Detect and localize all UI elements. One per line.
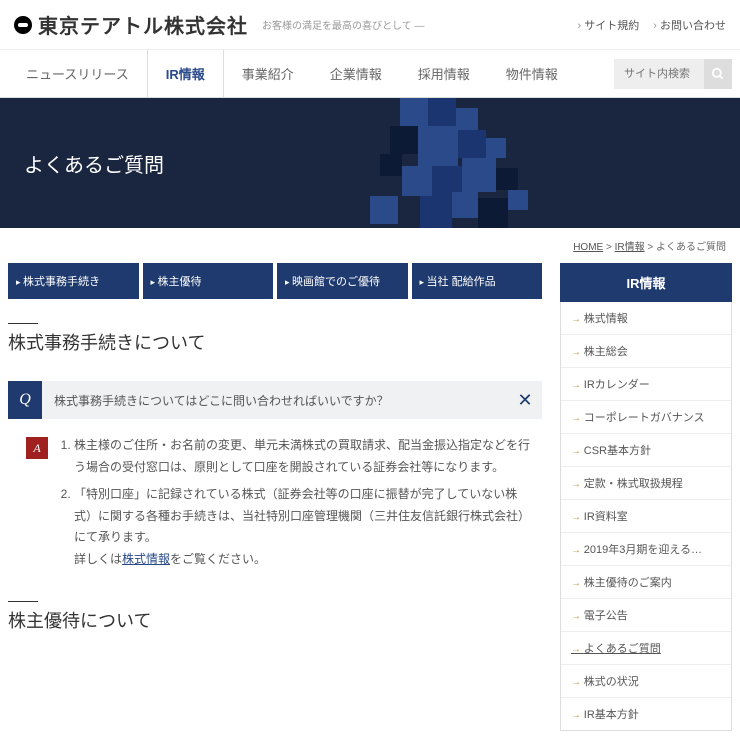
nav-property[interactable]: 物件情報 xyxy=(488,50,576,97)
sidebar-item[interactable]: 株主総会 xyxy=(561,335,731,368)
link-terms[interactable]: サイト規約 xyxy=(578,17,640,33)
sidebar-item-current[interactable]: よくあるご質問 xyxy=(561,632,731,665)
tab-cinema[interactable]: 映画館でのご優待 xyxy=(277,263,408,299)
section-title-benefits: 株主優待について xyxy=(8,607,542,641)
link-contact[interactable]: お問い合わせ xyxy=(653,17,726,33)
sidebar-item[interactable]: 電子公告 xyxy=(561,599,731,632)
tagline: お客様の満足を最高の喜びとして ― xyxy=(262,17,424,32)
logo-text: 東京テアトル株式会社 xyxy=(38,10,248,39)
logo-icon xyxy=(14,16,32,34)
search-box xyxy=(614,59,732,89)
search-button[interactable] xyxy=(704,59,732,89)
hero: よくあるご質問 xyxy=(0,98,740,228)
link-stock-info[interactable]: 株式情報 xyxy=(122,552,170,566)
tab-distribution[interactable]: 当社 配給作品 xyxy=(412,263,543,299)
anchor-tabs: 株式事務手続き 株主優待 映画館でのご優待 当社 配給作品 xyxy=(8,263,542,299)
logo[interactable]: 東京テアトル株式会社 xyxy=(14,10,248,39)
sidebar-list: 株式情報 株主総会 IRカレンダー コーポレートガバナンス CSR基本方針 定款… xyxy=(560,302,732,731)
sidebar-header: IR情報 xyxy=(560,263,732,302)
faq-answer: A 株主様のご住所・お名前の変更、単元未満株式の買取請求、配当金振込指定などを行… xyxy=(8,425,542,607)
faq-question: Q 株式事務手続きについてはどこに問い合わせればいいですか？ ✕ xyxy=(8,381,542,419)
hero-pattern xyxy=(360,98,620,228)
sidebar-item[interactable]: コーポレートガバナンス xyxy=(561,401,731,434)
breadcrumb: HOME > IR情報 > よくあるご質問 xyxy=(0,228,740,263)
nav-news[interactable]: ニュースリリース xyxy=(8,50,147,97)
nav-company[interactable]: 企業情報 xyxy=(312,50,400,97)
sidebar-item[interactable]: IR基本方針 xyxy=(561,698,731,730)
sidebar: IR情報 株式情報 株主総会 IRカレンダー コーポレートガバナンス CSR基本… xyxy=(560,263,732,731)
answer-item-2: 「特別口座」に記録されている株式（証券会社等の口座に振替が完了していない株式）に… xyxy=(74,484,532,570)
sidebar-item[interactable]: IRカレンダー xyxy=(561,368,731,401)
crumb-current: よくあるご質問 xyxy=(656,242,726,253)
answer-item-1: 株主様のご住所・お名前の変更、単元未満株式の買取請求、配当金振込指定などを行う場… xyxy=(74,435,532,478)
q-icon: Q xyxy=(8,381,42,419)
sidebar-item[interactable]: IR資料室 xyxy=(561,500,731,533)
nav-recruit[interactable]: 採用情報 xyxy=(400,50,488,97)
nav-business[interactable]: 事業紹介 xyxy=(224,50,312,97)
crumb-home[interactable]: HOME xyxy=(573,242,603,253)
a-icon: A xyxy=(26,437,48,459)
sidebar-item[interactable]: 株主優待のご案内 xyxy=(561,566,731,599)
header-links: サイト規約 お問い合わせ xyxy=(578,17,726,33)
sidebar-item[interactable]: 株式の状況 xyxy=(561,665,731,698)
question-text: 株式事務手続きについてはどこに問い合わせればいいですか？ xyxy=(42,392,508,409)
close-icon[interactable]: ✕ xyxy=(508,381,542,419)
main-nav: ニュースリリース IR情報 事業紹介 企業情報 採用情報 物件情報 xyxy=(0,50,740,98)
sidebar-item[interactable]: 株式情報 xyxy=(561,302,731,335)
search-icon xyxy=(711,67,725,81)
page-title: よくあるご質問 xyxy=(24,149,164,178)
main-content: 株式事務手続き 株主優待 映画館でのご優待 当社 配給作品 株式事務手続きについ… xyxy=(8,263,542,731)
tab-benefits[interactable]: 株主優待 xyxy=(143,263,274,299)
search-input[interactable] xyxy=(614,60,704,88)
sidebar-item[interactable]: 定款・株式取扱規程 xyxy=(561,467,731,500)
header: 東京テアトル株式会社 お客様の満足を最高の喜びとして ― サイト規約 お問い合わ… xyxy=(0,0,740,50)
answer-body: 株主様のご住所・お名前の変更、単元未満株式の買取請求、配当金振込指定などを行う場… xyxy=(56,435,542,577)
crumb-ir[interactable]: IR情報 xyxy=(615,242,645,253)
nav-ir[interactable]: IR情報 xyxy=(147,50,224,97)
tab-procedures[interactable]: 株式事務手続き xyxy=(8,263,139,299)
sidebar-item[interactable]: 2019年3月期を迎える… xyxy=(561,533,731,566)
section-title-procedures: 株式事務手続きについて xyxy=(8,329,542,363)
sidebar-item[interactable]: CSR基本方針 xyxy=(561,434,731,467)
